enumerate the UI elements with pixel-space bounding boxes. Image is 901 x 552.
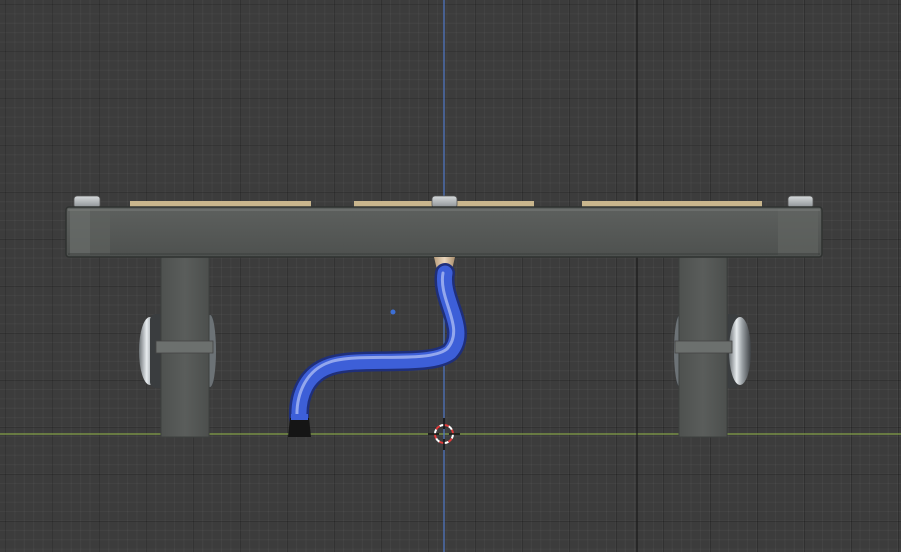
- bolt-left[interactable]: [73, 195, 101, 209]
- hose-end-cap[interactable]: [288, 414, 311, 437]
- leg-left[interactable]: [155, 256, 214, 438]
- bolt-right[interactable]: [787, 195, 814, 209]
- leg-right[interactable]: [674, 256, 733, 438]
- blue-hose[interactable]: [288, 263, 467, 428]
- origin-point[interactable]: [390, 309, 396, 315]
- top-beam[interactable]: [65, 206, 823, 258]
- scene-canvas[interactable]: [0, 0, 901, 552]
- 3d-viewport[interactable]: [0, 0, 901, 552]
- bolt-center[interactable]: [431, 195, 458, 209]
